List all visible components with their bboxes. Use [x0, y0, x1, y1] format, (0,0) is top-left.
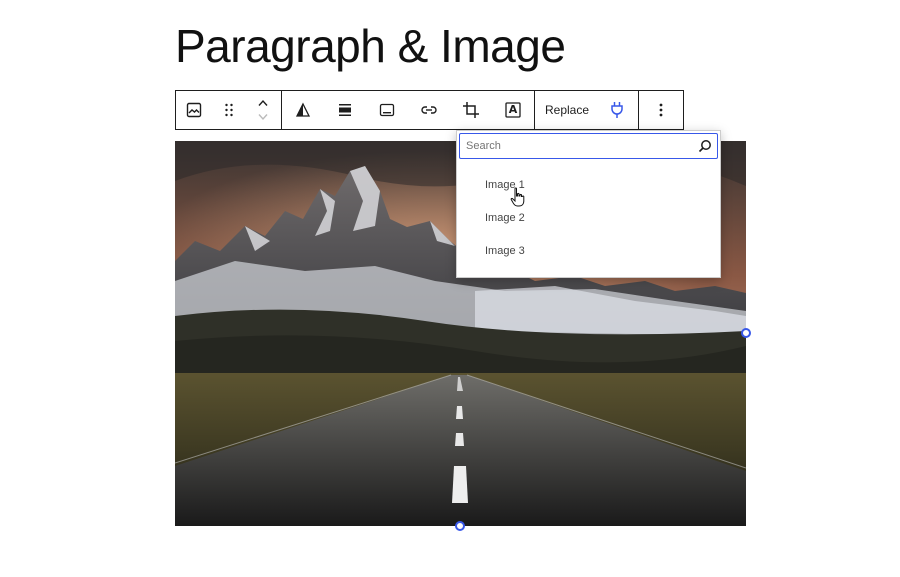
move-down-icon[interactable] [257, 113, 269, 121]
align-button[interactable] [324, 91, 366, 129]
search-box [459, 133, 718, 159]
toolbar-group-image: A [282, 91, 535, 129]
duotone-button[interactable] [282, 91, 324, 129]
align-icon [337, 102, 353, 118]
resize-handle-right[interactable] [741, 328, 751, 338]
text-overlay-icon: A [505, 102, 521, 118]
text-overlay-letter: A [508, 103, 518, 116]
caption-button[interactable] [366, 91, 408, 129]
crop-button[interactable] [450, 91, 492, 129]
search-input[interactable] [460, 134, 693, 158]
replace-plug-button[interactable] [597, 91, 637, 129]
text-overlay-button[interactable]: A [492, 91, 534, 129]
replace-dropdown: Image 1 Image 2 Image 3 [456, 130, 721, 278]
block-type-button[interactable] [178, 91, 210, 129]
replace-icon [610, 101, 624, 119]
pointer-hand-icon [510, 187, 526, 212]
block-toolbar: A Replace [175, 90, 684, 130]
link-button[interactable] [408, 91, 450, 129]
more-options-button[interactable] [640, 91, 682, 129]
dropdown-option-image-2[interactable]: Image 2 [485, 212, 525, 224]
search-icon[interactable] [693, 139, 717, 153]
drag-handle-icon [224, 103, 234, 117]
link-icon [420, 104, 438, 116]
toolbar-group-more [639, 91, 683, 129]
duotone-icon [295, 102, 311, 118]
toolbar-group-block [176, 91, 282, 129]
resize-handle-bottom[interactable] [455, 521, 465, 531]
toolbar-group-replace: Replace [535, 91, 639, 129]
image-icon [186, 102, 202, 118]
move-buttons[interactable] [247, 91, 279, 129]
more-options-icon [659, 103, 663, 117]
caption-icon [379, 102, 395, 118]
move-up-icon[interactable] [257, 99, 269, 107]
drag-handle-button[interactable] [213, 91, 245, 129]
dropdown-option-image-3[interactable]: Image 3 [485, 245, 525, 257]
crop-icon [462, 101, 480, 119]
replace-button[interactable]: Replace [535, 91, 597, 129]
page-title: Paragraph & Image [175, 20, 566, 72]
